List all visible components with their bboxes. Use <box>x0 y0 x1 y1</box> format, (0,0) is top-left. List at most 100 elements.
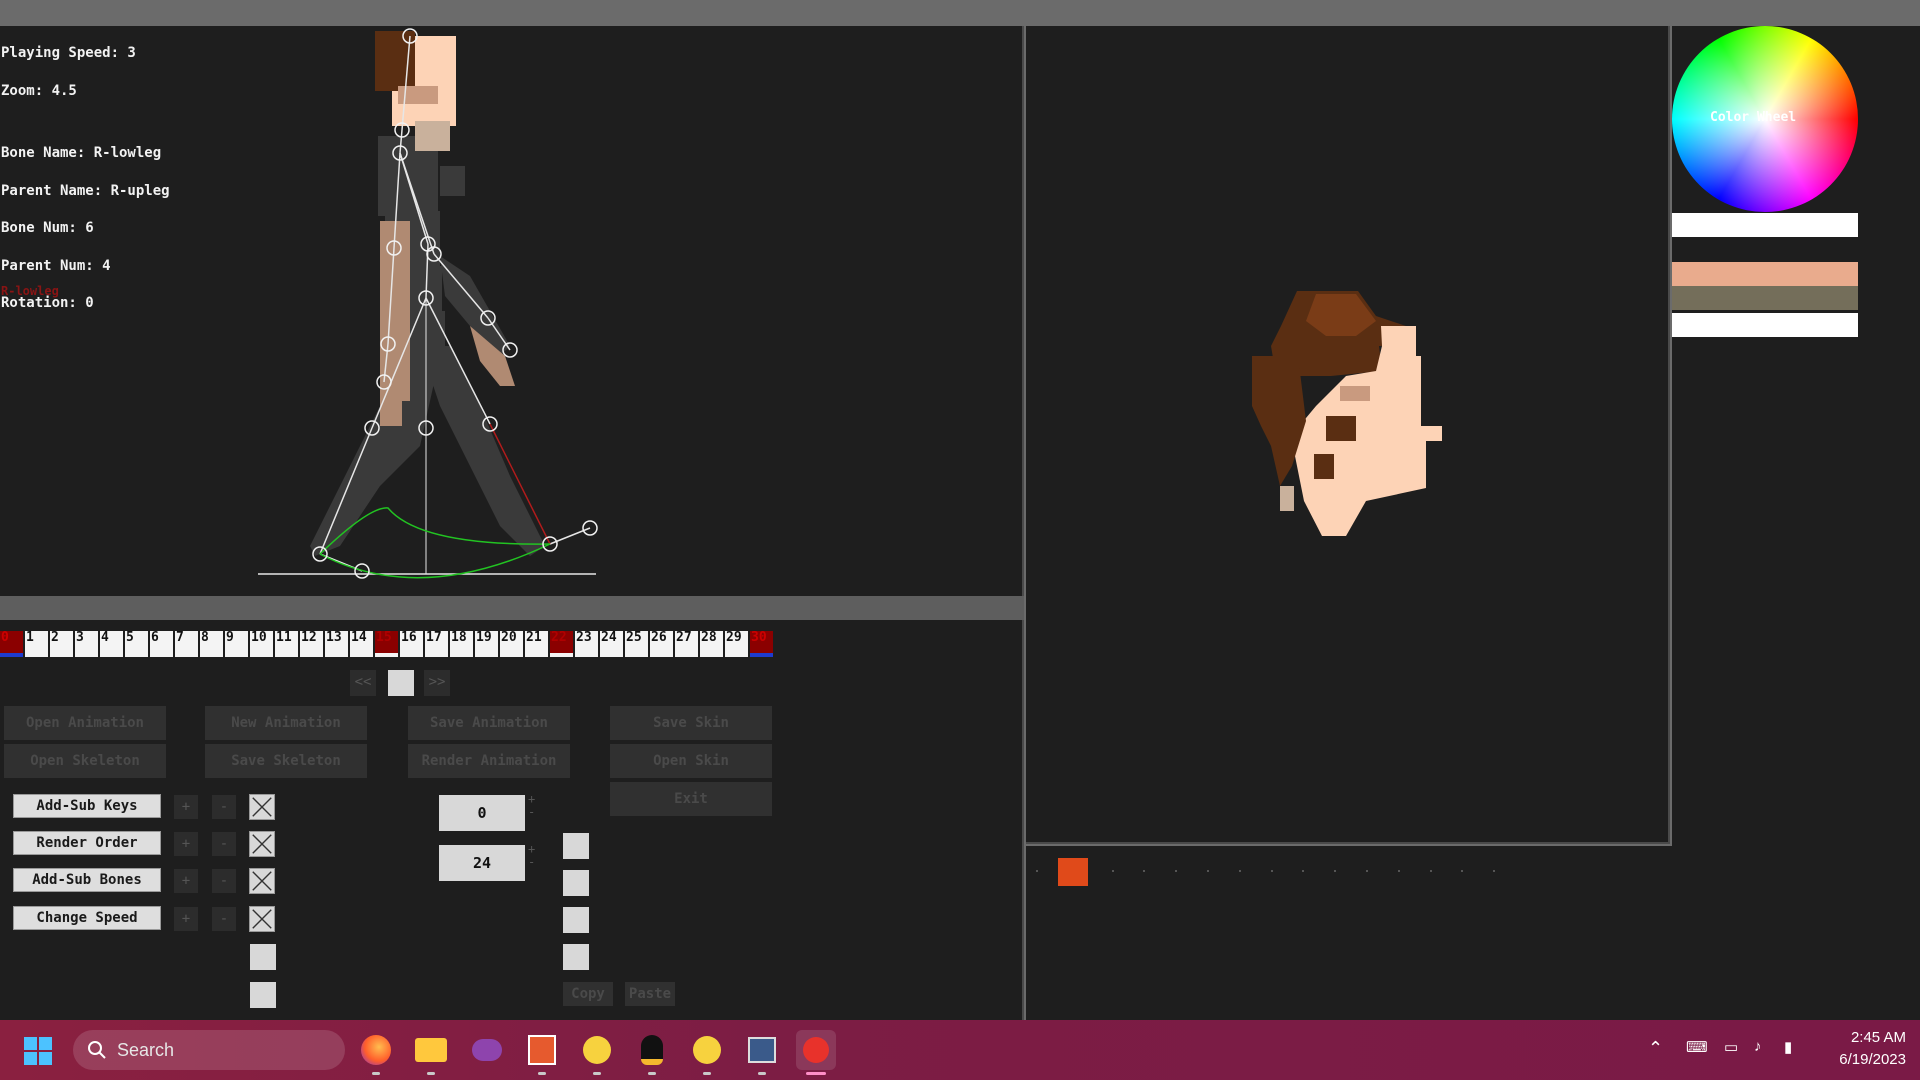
open-animation-button[interactable]: Open Animation <box>4 706 166 740</box>
monitor-app-icon[interactable] <box>742 1030 782 1070</box>
battery-icon[interactable]: ▮ <box>1784 1038 1792 1056</box>
timeline-frame[interactable]: 8 <box>200 631 223 657</box>
timeline-frame[interactable]: 0 <box>0 631 23 657</box>
render-order-checkbox[interactable] <box>249 831 275 857</box>
open-skin-button[interactable]: Open Skin <box>610 744 772 778</box>
palette-swatch-0[interactable] <box>1672 213 1858 237</box>
new-animation-button[interactable]: New Animation <box>205 706 367 740</box>
skeleton-canvas[interactable] <box>0 26 1022 596</box>
frame-end-stepper[interactable]: + - <box>528 843 535 869</box>
timeline-frame[interactable]: 2 <box>50 631 73 657</box>
timeline-frame[interactable]: 1 <box>25 631 48 657</box>
timeline-frame[interactable]: 19 <box>475 631 498 657</box>
frame-start-stepper[interactable]: + - <box>528 793 535 819</box>
mask-app-icon[interactable] <box>467 1030 507 1070</box>
start-windows-icon[interactable] <box>24 1037 52 1065</box>
timeline-keyframe[interactable]: 22 <box>550 631 573 657</box>
add-sub-keys-checkbox[interactable] <box>249 794 275 820</box>
previous-frame-button[interactable]: << <box>350 670 376 696</box>
render-order-toggle[interactable]: Render Order <box>13 831 161 855</box>
timeline-frame[interactable]: 3 <box>75 631 98 657</box>
palette-swatch-3[interactable] <box>1672 313 1858 337</box>
open-skeleton-button[interactable]: Open Skeleton <box>4 744 166 778</box>
calendar-app-icon[interactable] <box>522 1030 562 1070</box>
next-frame-button[interactable]: >> <box>424 670 450 696</box>
timeline-frame[interactable]: 29 <box>725 631 748 657</box>
skin-editor-canvas[interactable] <box>1026 26 1670 844</box>
exit-button[interactable]: Exit <box>610 782 772 816</box>
pikachu-app-2-icon[interactable] <box>687 1030 727 1070</box>
save-animation-button[interactable]: Save Animation <box>408 706 570 740</box>
keyboard-icon[interactable]: ⌨ <box>1686 1038 1708 1056</box>
timeline-frame[interactable]: 26 <box>650 631 673 657</box>
timeline-frame[interactable]: 14 <box>350 631 373 657</box>
add-sub-keys-plus[interactable]: + <box>174 795 198 819</box>
timeline-frame[interactable]: 10 <box>250 631 273 657</box>
option-box-2[interactable] <box>563 870 589 896</box>
timeline-frame[interactable]: 25 <box>625 631 648 657</box>
add-sub-keys-minus[interactable]: - <box>212 795 236 819</box>
add-sub-bones-toggle[interactable]: Add-Sub Bones <box>13 868 161 892</box>
render-order-minus[interactable]: - <box>212 832 236 856</box>
option-box-1[interactable] <box>563 833 589 859</box>
extra-checkbox-2[interactable] <box>250 982 276 1008</box>
timeline-frame[interactable]: 4 <box>100 631 123 657</box>
add-sub-keys-toggle[interactable]: Add-Sub Keys <box>13 794 161 818</box>
volume-icon[interactable]: ♪ <box>1754 1038 1762 1055</box>
add-sub-bones-minus[interactable]: - <box>212 869 236 893</box>
save-skeleton-button[interactable]: Save Skeleton <box>205 744 367 778</box>
skin-frame-strip <box>1026 846 1920 1020</box>
render-order-plus[interactable]: + <box>174 832 198 856</box>
extra-checkbox-1[interactable] <box>250 944 276 970</box>
timeline-frame[interactable]: 20 <box>500 631 523 657</box>
frame-end-field[interactable]: 24 <box>439 845 525 881</box>
change-speed-checkbox[interactable] <box>249 906 275 932</box>
network-icon[interactable]: ▭ <box>1724 1038 1738 1056</box>
timeline-keyframe[interactable]: 30 <box>750 631 773 657</box>
timeline-frame[interactable]: 12 <box>300 631 323 657</box>
save-skin-button[interactable]: Save Skin <box>610 706 772 740</box>
timeline-frame[interactable]: 17 <box>425 631 448 657</box>
play-stop-button[interactable] <box>388 670 414 696</box>
add-sub-bones-checkbox[interactable] <box>249 868 275 894</box>
taskbar-search-box[interactable]: Search <box>73 1030 345 1070</box>
file-explorer-icon[interactable] <box>411 1030 451 1070</box>
clock-time[interactable]: 2:45 AM <box>1830 1029 1906 1046</box>
timeline-frame[interactable]: 5 <box>125 631 148 657</box>
timeline-frame[interactable]: 21 <box>525 631 548 657</box>
copy-button[interactable]: Copy <box>563 982 613 1006</box>
timeline-frame[interactable]: 24 <box>600 631 623 657</box>
timeline-frame[interactable]: 9 <box>225 631 248 657</box>
option-box-4[interactable] <box>563 944 589 970</box>
show-hidden-icons-chevron-icon[interactable]: ⌃ <box>1648 1038 1663 1059</box>
skin-pixel-art[interactable] <box>1026 26 1670 844</box>
timeline-frame[interactable]: 28 <box>700 631 723 657</box>
timeline-frame[interactable]: 11 <box>275 631 298 657</box>
timeline-frame[interactable]: 27 <box>675 631 698 657</box>
render-animation-button[interactable]: Render Animation <box>408 744 570 778</box>
change-speed-plus[interactable]: + <box>174 907 198 931</box>
timeline-frame[interactable]: 16 <box>400 631 423 657</box>
paste-button[interactable]: Paste <box>625 982 675 1006</box>
skeleton-viewport[interactable]: Playing Speed: 3 Zoom: 4.5 Bone Name: R-… <box>0 26 1024 596</box>
running-indicator <box>703 1072 711 1075</box>
add-sub-bones-plus[interactable]: + <box>174 869 198 893</box>
timeline-frame[interactable]: 18 <box>450 631 473 657</box>
animator-app-icon[interactable] <box>796 1030 836 1070</box>
timeline-frame[interactable]: 7 <box>175 631 198 657</box>
palette-swatch-1[interactable] <box>1672 262 1858 286</box>
clock-date[interactable]: 6/19/2023 <box>1816 1051 1906 1068</box>
timeline-frame[interactable]: 23 <box>575 631 598 657</box>
option-box-3[interactable] <box>563 907 589 933</box>
palette-swatch-2[interactable] <box>1672 286 1858 310</box>
change-speed-minus[interactable]: - <box>212 907 236 931</box>
frame-start-field[interactable]: 0 <box>439 795 525 831</box>
panel-separator[interactable] <box>0 596 1024 620</box>
linux-penguin-icon[interactable] <box>632 1030 672 1070</box>
firefox-icon[interactable] <box>356 1030 396 1070</box>
timeline-keyframe[interactable]: 15 <box>375 631 398 657</box>
change-speed-toggle[interactable]: Change Speed <box>13 906 161 930</box>
timeline-frame[interactable]: 13 <box>325 631 348 657</box>
timeline-frame[interactable]: 6 <box>150 631 173 657</box>
pikachu-app-icon[interactable] <box>577 1030 617 1070</box>
